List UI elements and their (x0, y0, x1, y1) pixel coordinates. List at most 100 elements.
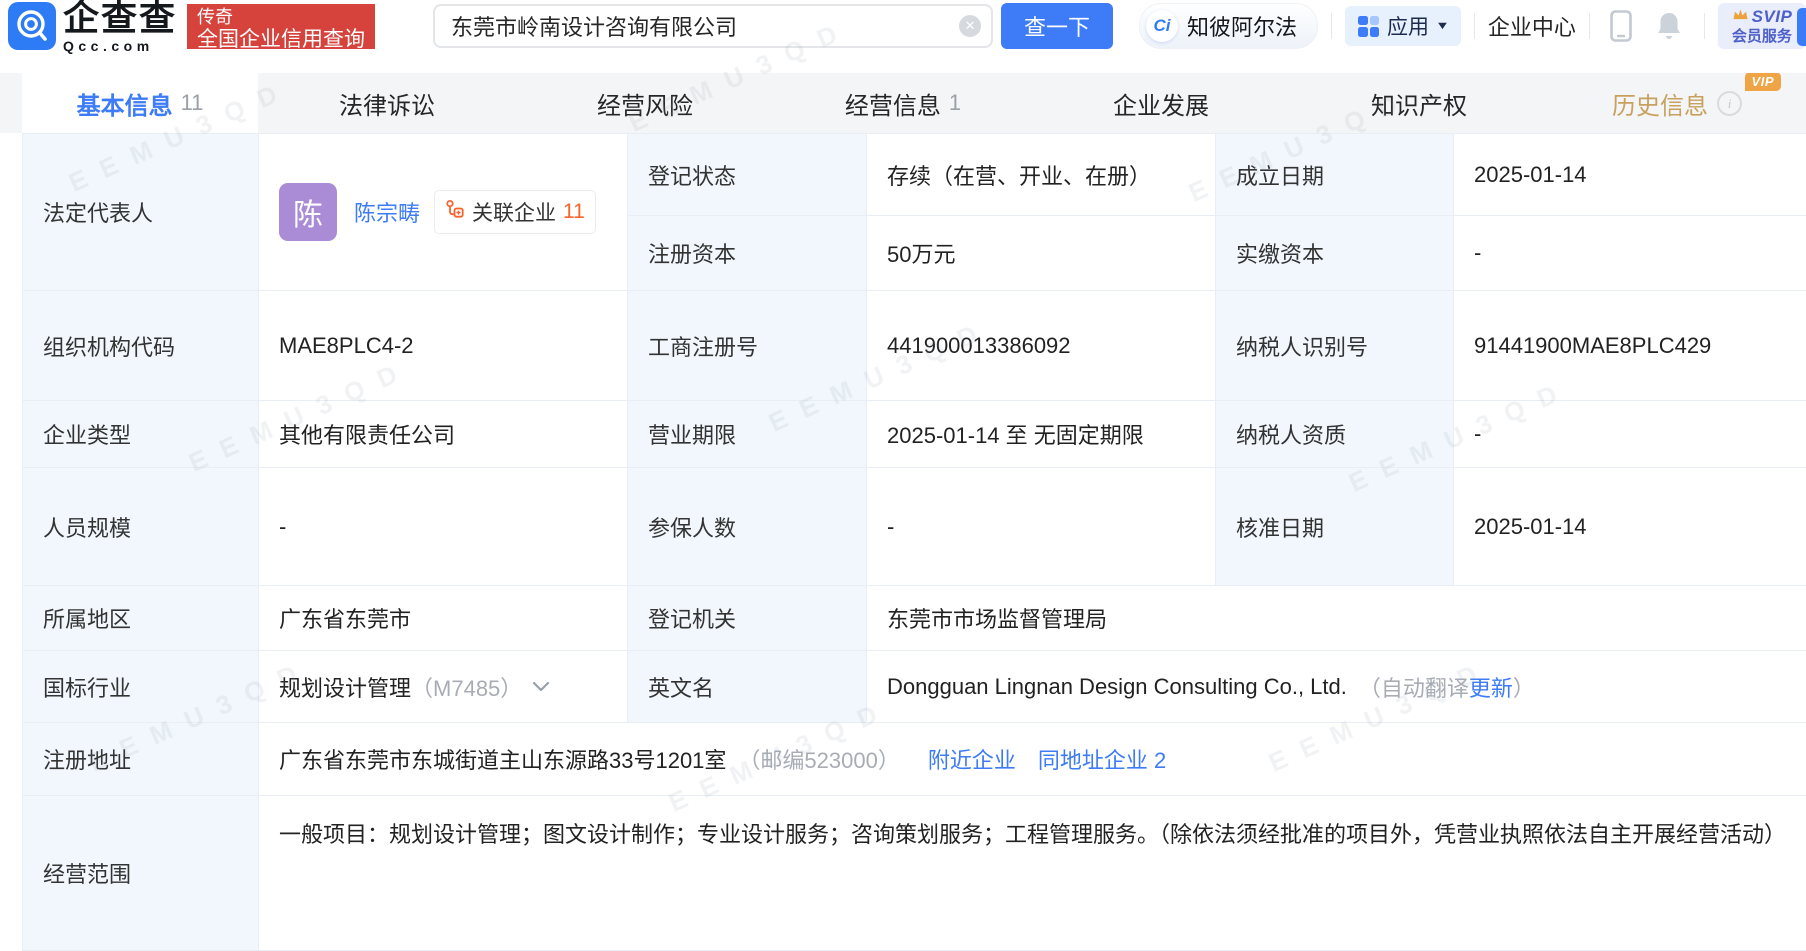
org-code-value: MAE8PLC4-2 (259, 291, 628, 401)
business-scope-label: 经营范围 (23, 796, 259, 951)
brand-domain: Qcc.com (63, 39, 177, 53)
crown-icon (1732, 8, 1749, 25)
related-companies-count: 11 (563, 200, 585, 224)
svip-member-button[interactable]: SVIP 会员服务 (1718, 3, 1806, 49)
registered-capital-label: 注册资本 (628, 216, 867, 291)
brand-name: 企查查 (63, 0, 177, 36)
taxpayer-qualification-label: 纳税人资质 (1216, 401, 1454, 468)
business-term-value: 2025-01-14 至 无固定期限 (867, 401, 1216, 468)
tab-basic-info[interactable]: 基本信息 11 (22, 73, 258, 133)
tab-enterprise-development[interactable]: 企业发展 (1032, 73, 1290, 133)
qcc-logo-icon (8, 2, 56, 50)
address-value: 广东省东莞市东城街道主山东源路33号1201室 (279, 743, 726, 775)
tab-label: 法律诉讼 (339, 86, 435, 121)
search-button[interactable]: 查一下 (1001, 3, 1113, 49)
info-icon[interactable]: i (1717, 91, 1742, 116)
enterprise-type-value: 其他有限责任公司 (259, 401, 628, 468)
tab-business-info[interactable]: 经营信息 1 (774, 73, 1032, 133)
apps-grid-icon (1358, 16, 1379, 37)
slogan-line1: 传奇 (197, 7, 365, 28)
enterprise-type-label: 企业类型 (23, 401, 259, 468)
taxpayer-qualification-value: - (1454, 401, 1806, 468)
establish-date-label: 成立日期 (1216, 134, 1454, 216)
chevron-down-icon[interactable] (532, 681, 550, 692)
address-cell: 广东省东莞市东城街道主山东源路33号1201室 （邮编523000） 附近企业 … (259, 723, 1806, 796)
company-basic-info-table: 法定代表人 陈 陈宗畴 关联企业 11 登记状态 存续（在营、开业、在册） 成立… (22, 133, 1806, 951)
legal-rep-avatar[interactable]: 陈 (279, 183, 337, 241)
vip-badge: VIP (1745, 72, 1781, 91)
industry-label: 国标行业 (23, 651, 259, 723)
tab-operation-risk[interactable]: 经营风险 (516, 73, 774, 133)
notifications-bell-icon[interactable] (1655, 10, 1683, 42)
clear-search-icon[interactable]: ✕ (959, 15, 981, 37)
registration-status-label: 登记状态 (628, 134, 867, 216)
legal-rep-cell: 陈 陈宗畴 关联企业 11 (259, 134, 628, 291)
qcc-logo[interactable]: 企查查 Qcc.com (8, 0, 177, 53)
business-reg-no-value: 441900013386092 (867, 291, 1216, 401)
slogan-badge: 传奇 全国企业信用查询 (187, 4, 375, 49)
side-widget-partial[interactable] (1797, 8, 1806, 46)
registration-status-value: 存续（在营、开业、在册） (867, 134, 1216, 216)
org-code-label: 组织机构代码 (23, 291, 259, 401)
insured-count-label: 参保人数 (628, 468, 867, 586)
auto-translate-note-close: ） (1513, 671, 1535, 703)
enterprise-center-link[interactable]: 企业中心 (1488, 10, 1576, 42)
taxpayer-id-label: 纳税人识别号 (1216, 291, 1454, 401)
approval-date-label: 核准日期 (1216, 468, 1454, 586)
staff-size-label: 人员规模 (23, 468, 259, 586)
tab-label: 经营信息 (845, 86, 941, 121)
related-companies-button[interactable]: 关联企业 11 (434, 190, 596, 234)
caret-down-icon: ▼ (1435, 20, 1450, 32)
slogan-line2: 全国企业信用查询 (197, 28, 365, 51)
tab-bar: 基本信息 11 法律诉讼 经营风险 经营信息 1 企业发展 知识产权 历史信息 … (0, 73, 1806, 133)
registered-capital-value: 50万元 (867, 216, 1216, 291)
industry-value: 规划设计管理 (279, 671, 411, 703)
industry-cell: 规划设计管理 （M7485） (259, 651, 628, 723)
tab-label: 经营风险 (597, 86, 693, 121)
search-box: ✕ (433, 4, 993, 48)
svip-subtitle: 会员服务 (1732, 29, 1792, 44)
nearby-companies-link[interactable]: 附近企业 (928, 743, 1016, 775)
registration-authority-value: 东莞市市场监督管理局 (867, 586, 1806, 651)
tab-count: 1 (949, 90, 961, 116)
mobile-app-icon[interactable] (1609, 9, 1633, 43)
same-address-companies-link[interactable]: 同地址企业 2 (1038, 743, 1166, 775)
address-label: 注册地址 (23, 723, 259, 796)
insured-count-value: - (867, 468, 1216, 586)
region-value: 广东省东莞市 (259, 586, 628, 651)
org-chart-icon (445, 199, 465, 225)
search-input[interactable] (433, 4, 993, 48)
approval-date-value: 2025-01-14 (1454, 468, 1806, 586)
english-name-label: 英文名 (628, 651, 867, 723)
zhibi-alpha-link[interactable]: Ci 知彼阿尔法 (1139, 3, 1318, 49)
business-term-label: 营业期限 (628, 401, 867, 468)
establish-date-value: 2025-01-14 (1454, 134, 1806, 216)
apps-menu[interactable]: 应用 ▼ (1345, 6, 1461, 46)
paid-in-capital-label: 实缴资本 (1216, 216, 1454, 291)
paid-in-capital-value: - (1454, 216, 1806, 291)
update-translation-link[interactable]: 更新 (1469, 671, 1513, 703)
english-name-cell: Dongguan Lingnan Design Consulting Co., … (867, 651, 1806, 723)
svip-title: SVIP (1752, 8, 1793, 25)
divider (1704, 13, 1705, 39)
top-header: 企查查 Qcc.com 传奇 全国企业信用查询 ✕ 查一下 Ci 知彼阿尔法 应… (0, 0, 1806, 73)
region-label: 所属地区 (23, 586, 259, 651)
english-name-value: Dongguan Lingnan Design Consulting Co., … (887, 674, 1347, 700)
tab-count: 11 (181, 90, 204, 116)
tab-legal-litigation[interactable]: 法律诉讼 (258, 73, 516, 133)
legal-rep-name-link[interactable]: 陈宗畴 (354, 196, 420, 228)
divider (1331, 13, 1332, 39)
tab-label: 企业发展 (1113, 86, 1209, 121)
tab-bar-spacer (0, 73, 22, 133)
tab-intellectual-property[interactable]: 知识产权 (1290, 73, 1548, 133)
legal-rep-label: 法定代表人 (23, 134, 259, 291)
related-companies-label: 关联企业 (472, 197, 556, 227)
industry-code: （M7485） (411, 671, 522, 703)
taxpayer-id-value: 91441900MAE8PLC429 (1454, 291, 1806, 401)
apps-label: 应用 (1387, 11, 1429, 41)
tab-history-info[interactable]: 历史信息 VIP i (1548, 73, 1806, 133)
zhibi-alpha-icon: Ci (1146, 10, 1178, 42)
staff-size-value: - (259, 468, 628, 586)
registration-authority-label: 登记机关 (628, 586, 867, 651)
auto-translate-note: （自动翻译 (1359, 671, 1469, 703)
